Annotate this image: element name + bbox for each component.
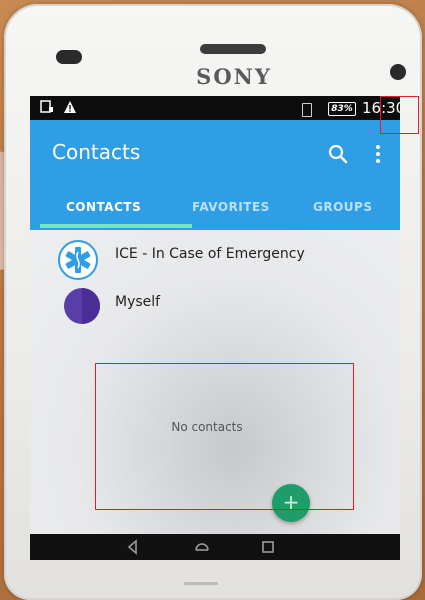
list-item-ice[interactable]: ICE - In Case of Emergency [30, 232, 400, 280]
avatar [64, 288, 100, 324]
tab-indicator [40, 224, 192, 228]
warning-icon [63, 100, 77, 118]
app-bar: Contacts CONTACTS FAVORITES GROUPS [30, 120, 400, 230]
nav-bar [30, 534, 400, 560]
battery-percent: 83% [328, 102, 356, 116]
sensor [56, 50, 82, 64]
bottom-mic [184, 582, 218, 585]
speaker-grille [200, 44, 266, 54]
annotation-box-clock [380, 96, 419, 134]
front-camera [390, 64, 406, 80]
tab-favorites[interactable]: FAVORITES [192, 200, 270, 214]
battery-saver-icon [302, 103, 312, 117]
tab-contacts[interactable]: CONTACTS [66, 200, 141, 214]
home-icon[interactable] [193, 538, 211, 556]
tab-groups[interactable]: GROUPS [313, 200, 372, 214]
brand-logo: SONY [196, 64, 272, 89]
more-vert-icon[interactable] [366, 142, 390, 166]
back-icon[interactable] [124, 538, 142, 556]
recents-icon[interactable] [259, 538, 277, 556]
annotation-box-empty [95, 363, 354, 510]
status-bar: 83% 16:30 [30, 96, 400, 120]
contact-name: ICE - In Case of Emergency [115, 246, 305, 262]
search-icon[interactable] [326, 142, 350, 166]
page-title: Contacts [52, 140, 141, 164]
medical-star-icon [58, 240, 98, 280]
tab-bar: CONTACTS FAVORITES GROUPS [30, 192, 400, 228]
list-item-myself[interactable]: Myself [30, 280, 400, 328]
sd-card-icon [40, 100, 54, 118]
contact-name: Myself [115, 294, 161, 310]
